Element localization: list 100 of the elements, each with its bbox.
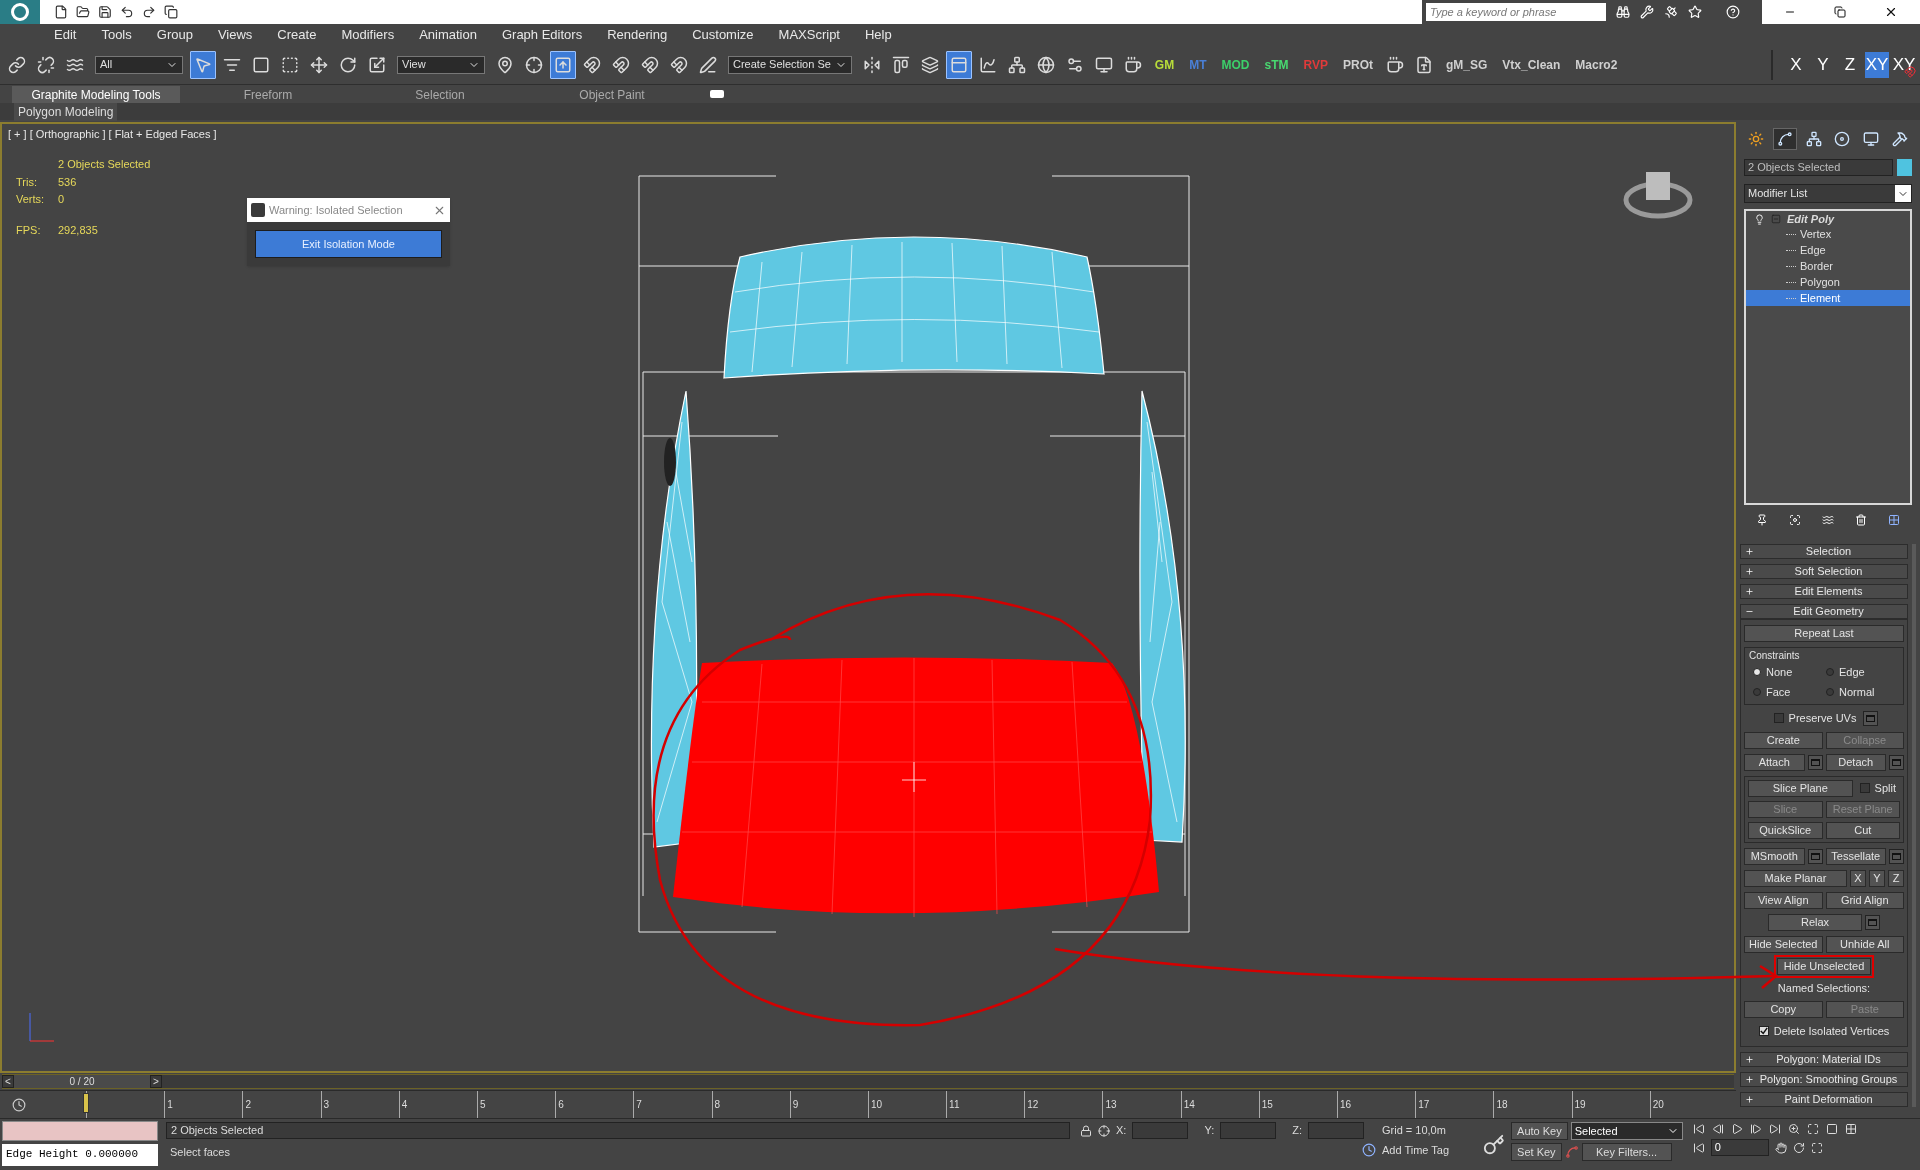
- axis-button[interactable]: X: [1850, 869, 1866, 887]
- lock-icon[interactable]: [1080, 1124, 1092, 1137]
- rollout-header[interactable]: Edit Elements: [1740, 584, 1908, 599]
- menu-item[interactable]: Modifiers: [341, 24, 395, 45]
- menu-item[interactable]: Rendering: [607, 24, 668, 45]
- checkbox-box[interactable]: [1773, 713, 1784, 724]
- axis-button[interactable]: Z: [1838, 51, 1862, 78]
- rollout-header[interactable]: Edit Geometry: [1740, 604, 1908, 619]
- object-color-swatch[interactable]: [1897, 159, 1912, 176]
- dropdown[interactable]: All: [95, 55, 183, 74]
- checkbox-box[interactable]: [1859, 783, 1870, 793]
- satellite-icon[interactable]: [1664, 5, 1678, 19]
- stack-item[interactable]: Edit Poly: [1787, 210, 1835, 228]
- crosshair-icon[interactable]: [1098, 1124, 1110, 1137]
- app-logo-icon[interactable]: [0, 0, 40, 24]
- menu-item[interactable]: Customize: [692, 24, 754, 45]
- next-frame-button[interactable]: >: [150, 1075, 162, 1088]
- settings-button[interactable]: [1889, 754, 1904, 770]
- current-frame-field[interactable]: 0: [1710, 1139, 1769, 1156]
- y-field[interactable]: [1220, 1122, 1277, 1139]
- dropdown[interactable]: View: [397, 55, 485, 74]
- listener-output[interactable]: Edge Height 0.000000: [2, 1144, 158, 1166]
- key-icon[interactable]: [1483, 1133, 1506, 1156]
- stack-subitem[interactable]: Polygon: [1746, 274, 1910, 290]
- panel-button[interactable]: Hide Unselected: [1777, 957, 1871, 975]
- save-icon[interactable]: [98, 5, 112, 19]
- menu-item[interactable]: Animation: [419, 24, 477, 45]
- ribbon-tab[interactable]: Graphite Modeling Tools: [12, 86, 180, 103]
- panel-button[interactable]: Cut: [1825, 821, 1900, 839]
- field-of-view-icon[interactable]: [1825, 1123, 1838, 1135]
- rollout-header[interactable]: Soft Selection: [1740, 564, 1908, 579]
- toolbar-button[interactable]: [945, 50, 972, 79]
- panel-button[interactable]: Slice Plane: [1748, 779, 1853, 797]
- toolbar-button[interactable]: [550, 50, 576, 79]
- panel-button[interactable]: Make Planar: [1744, 869, 1847, 887]
- radio-option[interactable]: Edge: [1826, 664, 1899, 681]
- macro-button[interactable]: GM: [1148, 50, 1181, 79]
- axis-button[interactable]: XY: [1865, 51, 1889, 78]
- orbit-icon[interactable]: [1792, 1141, 1805, 1154]
- pan-icon[interactable]: [1774, 1141, 1787, 1154]
- next-key-icon[interactable]: [1749, 1123, 1762, 1135]
- ribbon-options-icon[interactable]: [710, 90, 724, 98]
- configure-icon[interactable]: [1887, 514, 1900, 526]
- axis-button[interactable]: Z: [1888, 869, 1904, 887]
- panel-button[interactable]: View Align: [1744, 891, 1823, 909]
- lightbulb-icon[interactable]: [1754, 213, 1765, 225]
- key-filters-button[interactable]: Key Filters...: [1581, 1143, 1672, 1161]
- new-file-icon[interactable]: [54, 5, 68, 19]
- menu-item[interactable]: Create: [277, 24, 317, 45]
- search-field[interactable]: Type a keyword or phrase: [1426, 3, 1606, 21]
- panel-button[interactable]: Detach: [1825, 753, 1886, 771]
- current-frame-marker[interactable]: [83, 1093, 89, 1113]
- panel-button[interactable]: MSmooth: [1744, 847, 1805, 865]
- settings-button[interactable]: [1807, 848, 1823, 864]
- menu-item[interactable]: MAXScript: [778, 24, 840, 45]
- radio-option[interactable]: Face: [1753, 683, 1826, 700]
- wrench-icon[interactable]: [1640, 5, 1654, 19]
- macro-button[interactable]: MOD: [1215, 50, 1256, 79]
- panel-button[interactable]: Attach: [1744, 753, 1805, 771]
- ribbon-tab[interactable]: Object Paint: [528, 86, 696, 103]
- time-tag-icon[interactable]: [1362, 1143, 1376, 1158]
- checkbox[interactable]: Split: [1855, 779, 1900, 797]
- help-icon[interactable]: [1726, 5, 1740, 19]
- menu-item[interactable]: Views: [217, 24, 253, 45]
- panel-button[interactable]: Grid Align: [1825, 891, 1904, 909]
- panel-tab[interactable]: [1772, 128, 1797, 150]
- checkbox-box[interactable]: [1758, 1026, 1769, 1037]
- previous-frame-button[interactable]: <: [2, 1075, 14, 1088]
- restore-icon[interactable]: [1834, 6, 1846, 18]
- ribbon-tab[interactable]: Selection: [356, 86, 524, 103]
- axis-button[interactable]: XY: [1892, 51, 1916, 78]
- settings-button[interactable]: [1865, 914, 1880, 930]
- settings-button[interactable]: [1863, 710, 1879, 726]
- redo-icon[interactable]: [142, 5, 156, 19]
- folder-icon[interactable]: [76, 5, 90, 19]
- viewport-label[interactable]: [ + ] [ Orthographic ] [ Flat + Edged Faces ]: [8, 126, 217, 143]
- macro-button[interactable]: Macro2: [1569, 50, 1624, 79]
- x-field[interactable]: [1132, 1122, 1189, 1139]
- previous-key-icon[interactable]: [1711, 1123, 1724, 1135]
- axis-button[interactable]: Y: [1869, 869, 1885, 887]
- menu-item[interactable]: Group: [156, 24, 193, 45]
- key-mode-dropdown[interactable]: Selected: [1570, 1122, 1683, 1140]
- stack-subitem[interactable]: Edge: [1746, 242, 1910, 258]
- panel-button[interactable]: Create: [1744, 731, 1823, 749]
- track-bar-icon[interactable]: [12, 1097, 26, 1112]
- settings-button[interactable]: [1807, 754, 1823, 770]
- menu-item[interactable]: Edit: [54, 24, 77, 45]
- close-icon[interactable]: [1884, 5, 1898, 19]
- axis-button[interactable]: X: [1784, 51, 1808, 78]
- maximize-icon[interactable]: [1810, 1141, 1823, 1154]
- panel-button[interactable]: Copy: [1744, 1001, 1823, 1018]
- listener-field[interactable]: [2, 1121, 158, 1141]
- menu-item[interactable]: Help: [865, 24, 892, 45]
- checkbox[interactable]: Delete Isolated Vertices: [1754, 1023, 1894, 1040]
- zoom-extents-icon[interactable]: [1806, 1123, 1819, 1135]
- rollout-header[interactable]: Paint Deformation: [1740, 1091, 1908, 1107]
- panel-button[interactable]: Repeat Last: [1744, 625, 1904, 642]
- go-to-start-icon[interactable]: [1692, 1123, 1705, 1135]
- time-slider-thumb[interactable]: < 0 / 20 >: [2, 1075, 162, 1088]
- stack-subitem[interactable]: Border: [1746, 258, 1910, 274]
